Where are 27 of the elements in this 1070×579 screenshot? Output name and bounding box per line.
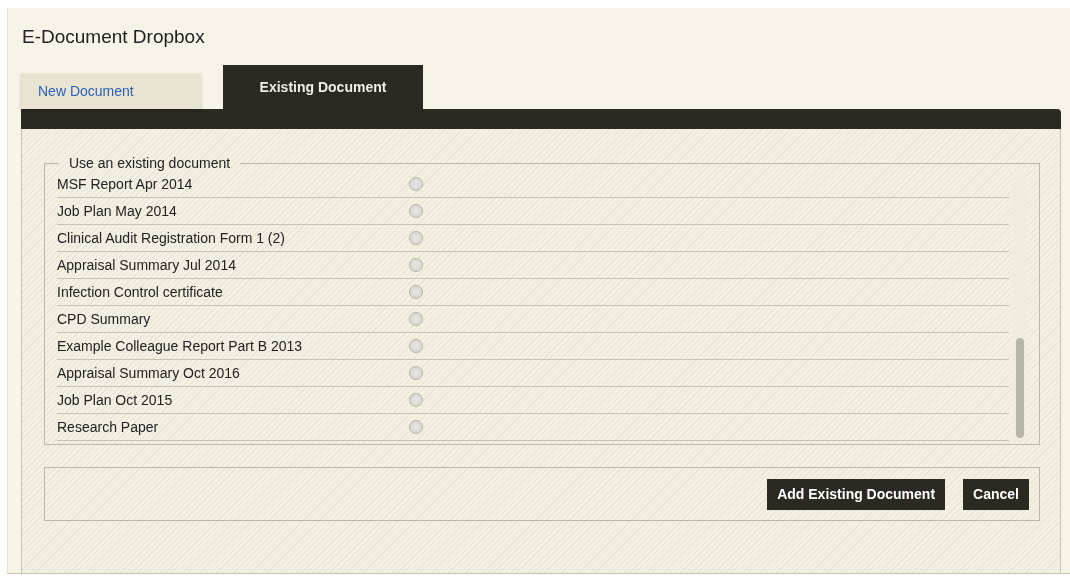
radio-button[interactable]: [409, 393, 423, 407]
radio-button[interactable]: [409, 285, 423, 299]
scrollbar[interactable]: [1013, 171, 1027, 441]
document-name: Job Plan Oct 2015: [57, 392, 174, 408]
document-name: Appraisal Summary Oct 2016: [57, 365, 241, 381]
radio-button[interactable]: [409, 177, 423, 191]
document-name: Job Plan May 2014: [57, 203, 178, 219]
dialog-title: E-Document Dropbox: [22, 26, 206, 49]
document-name: Infection Control certificate: [57, 284, 224, 300]
radio-button[interactable]: [409, 258, 423, 272]
cancel-button[interactable]: Cancel: [963, 478, 1029, 510]
radio-button[interactable]: [409, 366, 423, 380]
document-name: Appraisal Summary Jul 2014: [57, 257, 237, 273]
document-name: Research Paper: [57, 419, 160, 435]
radio-button[interactable]: [409, 231, 423, 245]
add-document-button[interactable]: Add Existing Document: [767, 478, 946, 510]
radio-button[interactable]: [409, 312, 423, 326]
tab[interactable]: New Document: [21, 73, 201, 109]
radio-button[interactable]: [409, 339, 423, 353]
document-name: CPD Summary: [57, 311, 152, 327]
tab[interactable]: Existing Document: [223, 65, 423, 109]
radio-button[interactable]: [409, 204, 423, 218]
document-name: MSF Report Apr 2014: [57, 176, 194, 192]
radio-button[interactable]: [409, 420, 423, 434]
fieldset-legend: Use an existing document: [59, 155, 241, 171]
document-name: Clinical Audit Registration Form 1 (2): [57, 230, 286, 246]
document-name: Example Colleague Report Part B 2013: [57, 338, 304, 354]
